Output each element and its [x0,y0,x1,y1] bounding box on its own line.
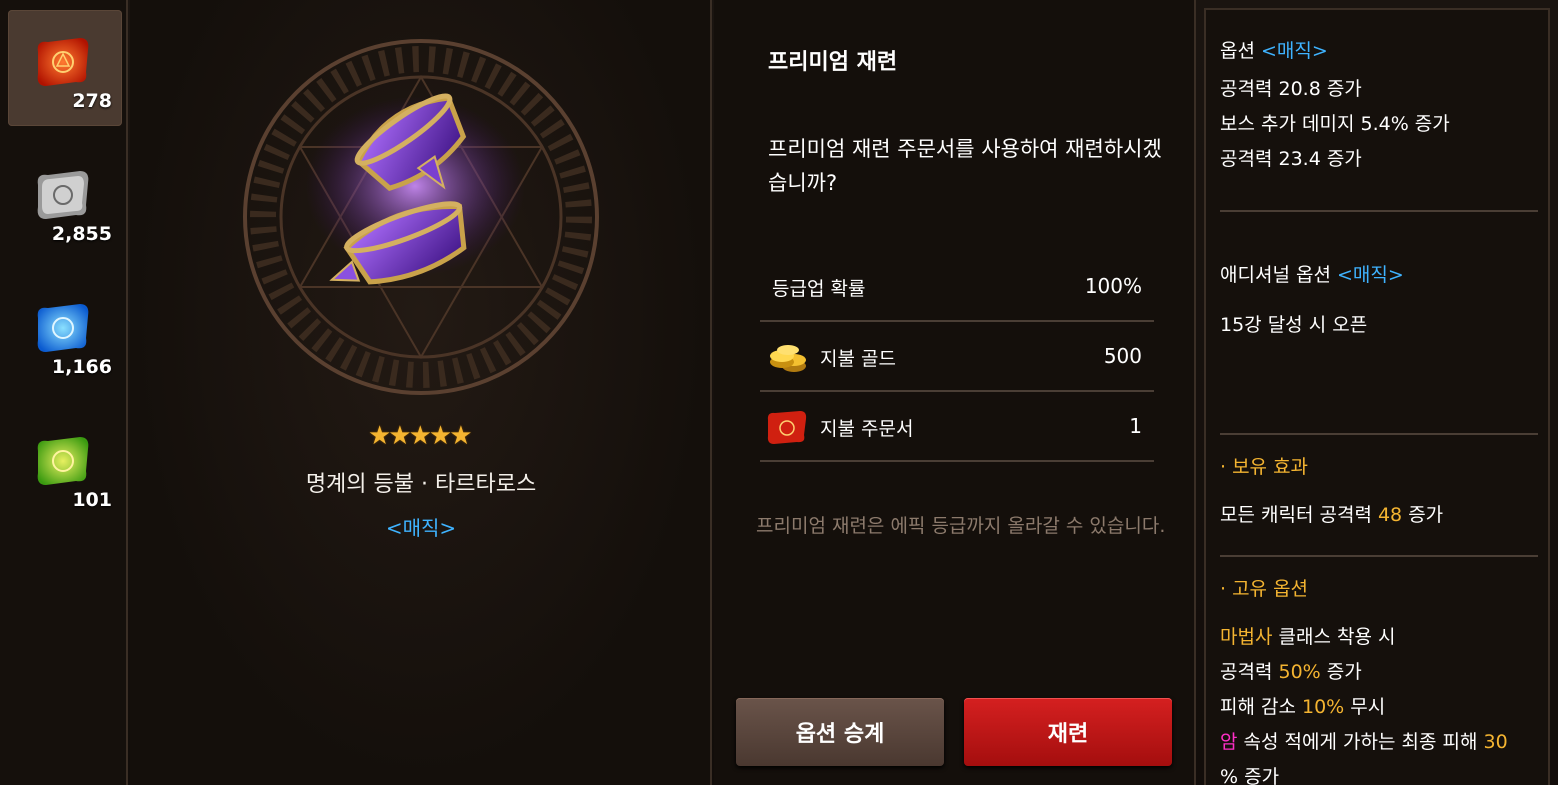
option-section: 옵션 <매직> 공격력 20.8 증가 보스 추가 데미지 5.4% 증가 공격… [1220,36,1538,177]
dialog-title: 프리미엄 재련 [768,50,898,75]
options-panel[interactable]: 옵션 <매직> 공격력 20.8 증가 보스 추가 데미지 5.4% 증가 공격… [1204,8,1550,785]
item-grade-label: <매직> [385,516,457,540]
possess-effect-heading: · 보유 효과 [1220,456,1309,478]
unique-line-element-tail: % 증가 [1220,766,1280,785]
reroll-dialog: 프리미엄 재련 프리미엄 재련 주문서를 사용하여 재련하시겠습니까? 등급업 … [714,0,1196,785]
scroll-slot-blue[interactable]: 1,166 [8,276,122,392]
text: 무시 [1344,696,1386,718]
cost-row-gold: 지불 골드 500 [760,322,1154,392]
red-scroll-icon [37,38,89,86]
value: 48 [1377,504,1403,526]
value: 50% [1278,661,1321,683]
unique-line-element: 암 속성 적에게 가하는 최종 피해 30 [1220,725,1538,760]
unique-option-section: · 고유 옵션 마법사 클래스 착용 시 공격력 50% 증가 피해 감소 10… [1220,574,1538,785]
option-heading-text: 옵션 [1220,40,1255,62]
blue-scroll-icon [37,304,89,352]
cost-table: 등급업 확률 100% 지불 골드 500 지불 주문서 1 [760,252,1154,462]
element-name: 암 [1220,731,1238,753]
grade-stars: ★★★★★ [368,421,473,451]
reroll-button[interactable]: 재련 [964,698,1172,766]
green-scroll-icon [37,437,89,485]
additional-heading: 애디셔널 옵션 <매직> [1220,260,1538,308]
additional-option-section: 애디셔널 옵션 <매직> 15강 달성 시 오픈 [1220,260,1538,343]
scroll-slot-silver[interactable]: 2,855 [8,143,122,259]
magic-circle-lantern-icon [243,39,599,395]
option-line: 공격력 23.4 증가 [1220,148,1362,170]
cost-row-scroll: 지불 주문서 1 [760,392,1154,462]
cost-row-upgrade-chance: 등급업 확률 100% [760,252,1154,322]
scroll-count: 1,166 [51,356,112,378]
scroll-selector: 278 2,855 1,166 101 [0,0,128,785]
unique-line-class: 마법사 클래스 착용 시 [1220,620,1538,655]
red-scroll-icon [767,411,807,444]
text: 피해 감소 [1220,696,1302,718]
possess-effect-line: 모든 캐릭터 공격력 48 증가 [1220,498,1538,533]
class-name: 마법사 [1220,626,1273,648]
unique-line-attack: 공격력 50% 증가 [1220,655,1538,690]
item-name: 명계의 등불 · 타르타로스 [305,472,537,497]
row-label: 지불 주문서 [820,418,914,440]
row-value: 100% [1084,274,1142,298]
text: 클래스 착용 시 [1272,626,1396,648]
scroll-count: 278 [72,90,112,112]
scroll-slot-red[interactable]: 278 [8,10,122,126]
row-value: 500 [1103,344,1142,368]
silver-scroll-icon [37,171,89,219]
scroll-count: 101 [72,489,112,511]
additional-grade: <매직> [1336,264,1404,286]
value: 10% [1302,696,1345,718]
option-line: 보스 추가 데미지 5.4% 증가 [1220,113,1450,135]
unique-option-heading: · 고유 옵션 [1220,578,1309,600]
value: 30 [1483,731,1508,753]
text: 모든 캐릭터 공격력 [1220,504,1378,526]
divider [1220,555,1538,557]
text: 증가 [1402,504,1444,526]
text: 공격력 [1220,661,1279,683]
dialog-note: 프리미엄 재련은 에픽 등급까지 올라갈 수 있습니다. [756,515,1166,537]
scroll-slot-green[interactable]: 101 [8,409,122,525]
item-display-panel: ★★★★★ 명계의 등불 · 타르타로스 <매직> [130,0,712,785]
possess-effect-section: · 보유 효과 모든 캐릭터 공격력 48 증가 [1220,452,1538,533]
option-inherit-button[interactable]: 옵션 승계 [736,698,944,766]
unique-line-damage: 피해 감소 10% 무시 [1220,690,1538,725]
divider [1220,210,1538,212]
dialog-question: 프리미엄 재련 주문서를 사용하여 재련하시겠습니까? [768,137,1162,195]
gold-coins-icon [770,345,806,372]
text: 속성 적에게 가하는 최종 피해 [1237,731,1484,753]
scroll-count: 2,855 [51,223,112,245]
option-grade: <매직> [1261,40,1328,62]
text: 증가 [1320,661,1362,683]
row-label: 등급업 확률 [772,278,866,300]
additional-line: 15강 달성 시 오픈 [1220,314,1368,336]
divider [1220,433,1538,435]
additional-heading-text: 애디셔널 옵션 [1220,264,1331,286]
row-label: 지불 골드 [820,348,896,370]
option-line: 공격력 20.8 증가 [1220,78,1362,100]
option-heading: 옵션 <매직> [1220,36,1538,72]
row-value: 1 [1129,414,1142,438]
